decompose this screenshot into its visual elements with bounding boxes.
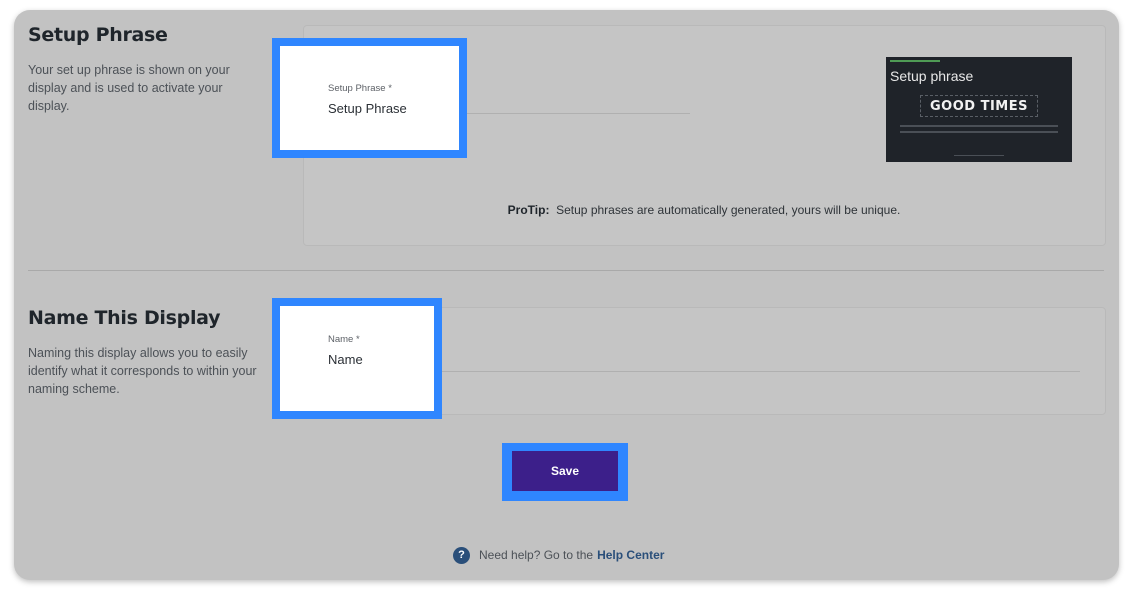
setup-phrase-description: Your set up phrase is shown on your disp… [28,63,230,113]
name-display-description: Naming this display allows you to easily… [28,346,257,396]
save-button-highlight: Save [502,443,628,501]
preview-text-line [900,131,1058,133]
name-display-title: Name This Display [28,307,221,329]
setup-phrase-field-label: Setup Phrase * [328,83,392,94]
name-field-label: Name * [328,334,360,345]
preview-phrase-box: GOOD TIMES [920,95,1038,117]
protip-text: Setup phrases are automatically generate… [556,203,901,217]
setup-phrase-title: Setup Phrase [28,24,168,46]
setup-phrase-field[interactable]: Setup Phrase * Setup Phrase [272,38,467,158]
preview-title: Setup phrase [890,68,974,84]
protip: ProTip: Setup phrases are automatically … [304,203,1104,217]
protip-label: ProTip: [507,203,550,217]
preview-status-strip [890,60,940,62]
section-divider [28,270,1104,271]
setup-phrase-input[interactable]: Setup Phrase [328,101,407,116]
preview-footer-line [954,155,1004,156]
name-field[interactable]: Name * Name [272,298,442,419]
help-center-link[interactable]: Help Center [597,548,664,562]
preview-text-line [900,125,1058,127]
question-circle-icon: ? [453,546,470,564]
setup-phrase-preview: Setup phrase GOOD TIMES [886,57,1072,162]
help-text: Need help? Go to the [479,548,594,562]
save-button[interactable]: Save [512,451,618,491]
name-input[interactable]: Name [328,352,363,367]
help-footer: ? Need help? Go to the Help Center [453,546,664,564]
